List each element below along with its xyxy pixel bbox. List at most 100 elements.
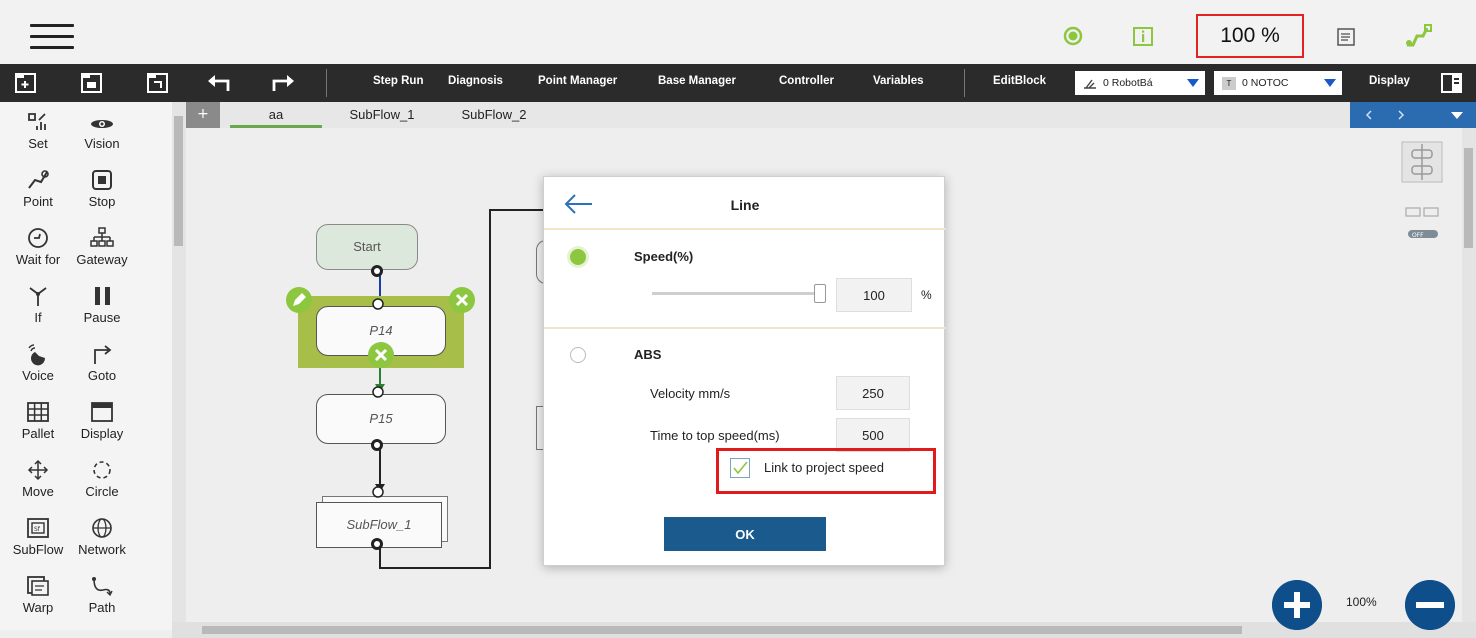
new-file-icon[interactable] (14, 71, 38, 95)
speed-unit: % (921, 288, 932, 302)
palette-item-gateway[interactable]: Gateway (70, 226, 134, 267)
add-tab-button[interactable]: + (186, 102, 220, 128)
palette-item-display[interactable]: Display (70, 400, 134, 441)
line-settings-dialog: Line Speed(%) 100 % ABS Velocity mm/s 25… (543, 176, 946, 566)
info-icon[interactable] (1133, 27, 1155, 47)
flow-layout-icon[interactable] (1400, 140, 1444, 184)
palette-item-subflow[interactable]: Sf SubFlow (6, 516, 70, 557)
subflow-input-port[interactable] (372, 486, 384, 498)
robot-base-value: 0 RobotBá (1103, 77, 1153, 89)
subflow-output-port[interactable] (370, 537, 384, 551)
start-output-port[interactable] (370, 264, 384, 278)
toolbar-separator (964, 69, 965, 97)
stop-icon (92, 170, 112, 190)
controller-button[interactable]: Controller (779, 75, 834, 87)
palette-item-wait-for[interactable]: Wait for (6, 226, 70, 267)
flow-node-p15[interactable]: P15 (316, 394, 446, 444)
tab-subflow-2[interactable]: SubFlow_2 (448, 102, 540, 128)
variables-button[interactable]: Variables (873, 75, 924, 87)
ok-button[interactable]: OK (664, 517, 826, 551)
voice-icon (28, 344, 46, 366)
log-icon[interactable] (1337, 28, 1355, 46)
time-to-top-speed-label: Time to top speed(ms) (650, 428, 780, 443)
circle-icon (93, 461, 111, 479)
palette-item-path[interactable]: Path (70, 574, 134, 615)
redo-icon[interactable] (270, 71, 294, 95)
vertical-scroll-thumb[interactable] (1464, 148, 1473, 248)
palette-scrollbar[interactable] (172, 102, 186, 630)
palette-item-warp[interactable]: Warp (6, 574, 70, 615)
zoom-level: 100% (1346, 595, 1377, 609)
palette-item-pause[interactable]: Pause (70, 284, 134, 325)
auto-layout-toggle-icon[interactable]: OFF (1404, 204, 1442, 238)
palette-item-network[interactable]: Network (70, 516, 134, 557)
tool-dropdown[interactable]: T 0 NOTOC (1214, 71, 1342, 95)
chevron-left-icon[interactable] (1364, 110, 1374, 120)
palette-item-goto[interactable]: Goto (70, 342, 134, 383)
menu-icon[interactable] (30, 24, 74, 50)
robot-status-icon[interactable] (1403, 23, 1433, 49)
dialog-divider (544, 228, 946, 230)
flow-node-start[interactable]: Start (316, 224, 418, 270)
p15-output-port[interactable] (370, 438, 384, 452)
speed-slider-handle[interactable] (814, 284, 826, 303)
svg-text:Sf: Sf (34, 526, 41, 533)
base-manager-button[interactable]: Base Manager (658, 75, 736, 87)
edit-node-icon[interactable] (285, 286, 313, 314)
tab-subflow-1[interactable]: SubFlow_1 (336, 102, 428, 128)
diagnosis-button[interactable]: Diagnosis (448, 75, 503, 87)
if-icon (29, 287, 47, 306)
connection-status-icon[interactable] (1063, 26, 1083, 46)
step-run-button[interactable]: Step Run (373, 75, 423, 87)
palette-item-if[interactable]: If (6, 284, 70, 325)
speed-label: Speed(%) (634, 249, 694, 264)
delete-node-icon[interactable] (448, 286, 476, 314)
delete-connection-icon[interactable] (367, 341, 395, 369)
tool-icon: T (1222, 76, 1236, 90)
palette-item-move[interactable]: Move (6, 458, 70, 499)
save-file-icon[interactable] (146, 71, 170, 95)
tab-navigation (1350, 102, 1476, 128)
p15-input-port[interactable] (372, 386, 384, 398)
path-icon (92, 577, 113, 597)
pause-icon (95, 287, 110, 305)
speed-value-field[interactable]: 100 (836, 278, 912, 312)
palette-scroll-thumb[interactable] (174, 116, 183, 246)
global-speed-display[interactable]: 100 % (1196, 14, 1304, 58)
tab-aa[interactable]: aa (230, 102, 322, 128)
horizontal-scroll-thumb[interactable] (202, 626, 1242, 634)
node-palette: Set Vision Point Stop Wait for Gateway I… (0, 102, 172, 630)
link-project-speed-label: Link to project speed (764, 460, 884, 475)
vision-icon (91, 120, 113, 128)
zoom-out-button[interactable] (1405, 580, 1455, 630)
chevron-down-icon[interactable] (1450, 111, 1464, 121)
top-bar: 100 % (0, 0, 1476, 64)
zoom-in-button[interactable] (1272, 580, 1322, 630)
robot-base-dropdown[interactable]: 0 RobotBá (1075, 71, 1205, 95)
network-icon (92, 518, 112, 538)
panel-toggle-icon[interactable] (1440, 71, 1464, 95)
palette-item-vision[interactable]: Vision (70, 110, 134, 151)
palette-item-circle[interactable]: Circle (70, 458, 134, 499)
editblock-button[interactable]: EditBlock (993, 75, 1046, 87)
palette-item-stop[interactable]: Stop (70, 168, 134, 209)
link-project-speed-checkbox[interactable] (730, 458, 750, 478)
speed-mode-radio[interactable] (570, 249, 586, 265)
palette-item-set[interactable]: Set (6, 110, 70, 151)
flow-tab-bar: + aa SubFlow_1 SubFlow_2 (186, 102, 1476, 128)
point-manager-button[interactable]: Point Manager (538, 75, 617, 87)
open-file-icon[interactable] (80, 71, 104, 95)
canvas-vertical-scrollbar[interactable] (1462, 128, 1476, 622)
palette-item-pallet[interactable]: Pallet (6, 400, 70, 441)
display-button[interactable]: Display (1369, 75, 1410, 87)
palette-item-voice[interactable]: Voice (6, 342, 70, 383)
p14-input-port[interactable] (372, 298, 384, 310)
speed-slider[interactable] (652, 292, 822, 295)
abs-mode-radio[interactable] (570, 347, 586, 363)
chevron-right-icon[interactable] (1396, 110, 1406, 120)
time-to-top-speed-field[interactable]: 500 (836, 418, 910, 452)
palette-item-point[interactable]: Point (6, 168, 70, 209)
velocity-field[interactable]: 250 (836, 376, 910, 410)
point-icon (28, 170, 49, 189)
undo-icon[interactable] (206, 71, 230, 95)
